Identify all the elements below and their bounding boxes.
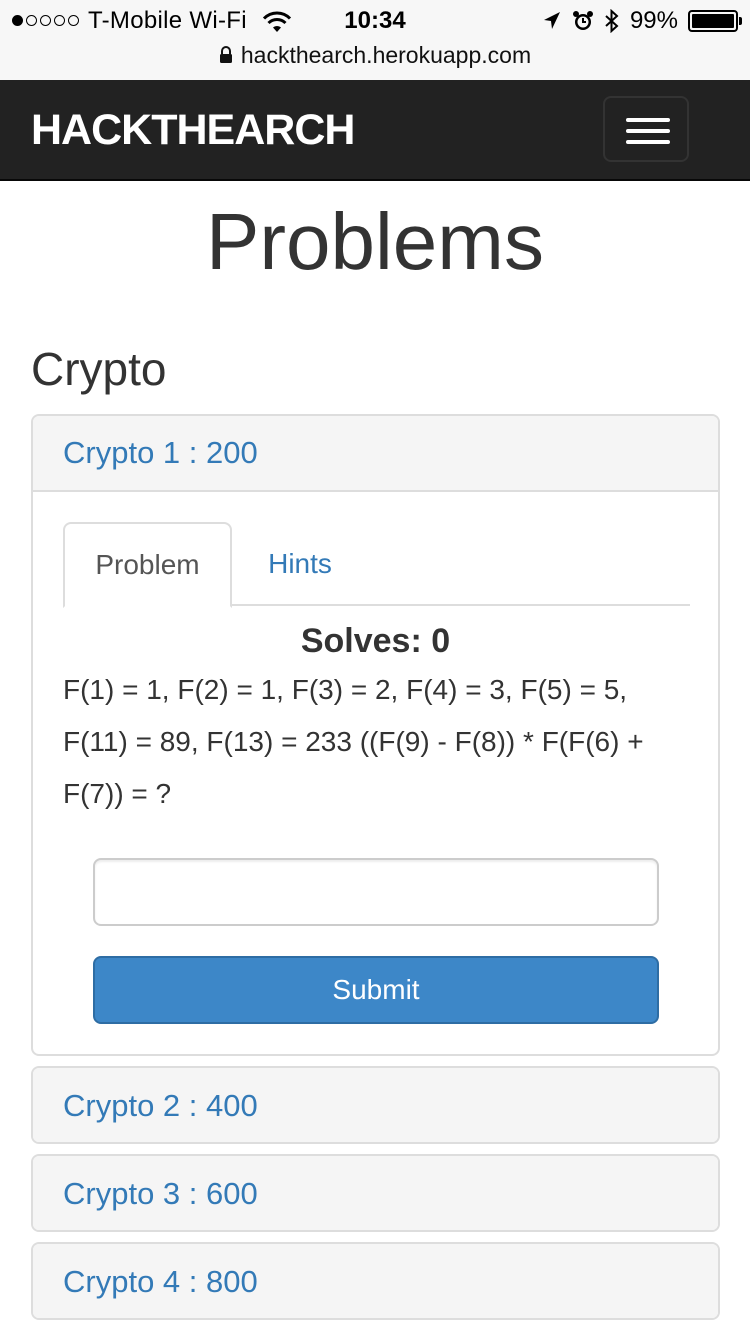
problem-panel: Crypto 1 : 200 Problem Hints Solves: 0 F… [31, 414, 720, 1056]
problem-statement: F(1) = 1, F(2) = 1, F(3) = 2, F(4) = 3, … [63, 674, 644, 809]
bluetooth-icon [605, 9, 619, 33]
address-bar[interactable]: hackthearch.herokuapp.com [0, 40, 750, 70]
tab-problem[interactable]: Problem [63, 522, 232, 608]
battery-percent: 99% [629, 7, 678, 34]
alarm-icon [572, 11, 593, 30]
problem-panel-heading[interactable]: Crypto 3 : 600 [33, 1156, 718, 1230]
problem-panel: Crypto 4 : 800 [31, 1242, 720, 1320]
location-arrow-icon [543, 12, 560, 29]
problem-panel-heading[interactable]: Crypto 1 : 200 [33, 416, 718, 492]
menu-toggle-button[interactable] [603, 96, 689, 162]
battery-icon [688, 10, 742, 32]
section-title: Crypto [31, 343, 167, 395]
problem-panel-heading[interactable]: Crypto 2 : 400 [33, 1068, 718, 1142]
page-title: Problems [206, 197, 544, 286]
brand-logo[interactable]: HACKTHEARCH [31, 106, 355, 155]
lock-icon [219, 46, 232, 63]
tab-hints[interactable]: Hints [232, 522, 368, 606]
problem-panel: Crypto 2 : 400 [31, 1066, 720, 1144]
problem-tabs: Problem Hints [63, 522, 690, 608]
status-row: T-Mobile Wi-Fi 10:34 99% [0, 4, 750, 38]
submit-button[interactable]: Submit [93, 956, 659, 1024]
status-right-icons: 99% [542, 7, 742, 35]
answer-input[interactable] [93, 858, 659, 926]
problem-panel-body: Problem Hints Solves: 0 F(1) = 1, F(2) =… [33, 492, 718, 1054]
problem-panel-heading[interactable]: Crypto 4 : 800 [33, 1244, 718, 1318]
url-text: hackthearch.herokuapp.com [240, 41, 532, 68]
navbar: HACKTHEARCH [0, 80, 750, 181]
battery-fill [692, 14, 734, 28]
problem-panel: Crypto 3 : 600 [31, 1154, 720, 1232]
solves-count: Solves: 0 [300, 622, 451, 660]
status-bar: T-Mobile Wi-Fi 10:34 99% hackthearch.her… [0, 0, 750, 80]
